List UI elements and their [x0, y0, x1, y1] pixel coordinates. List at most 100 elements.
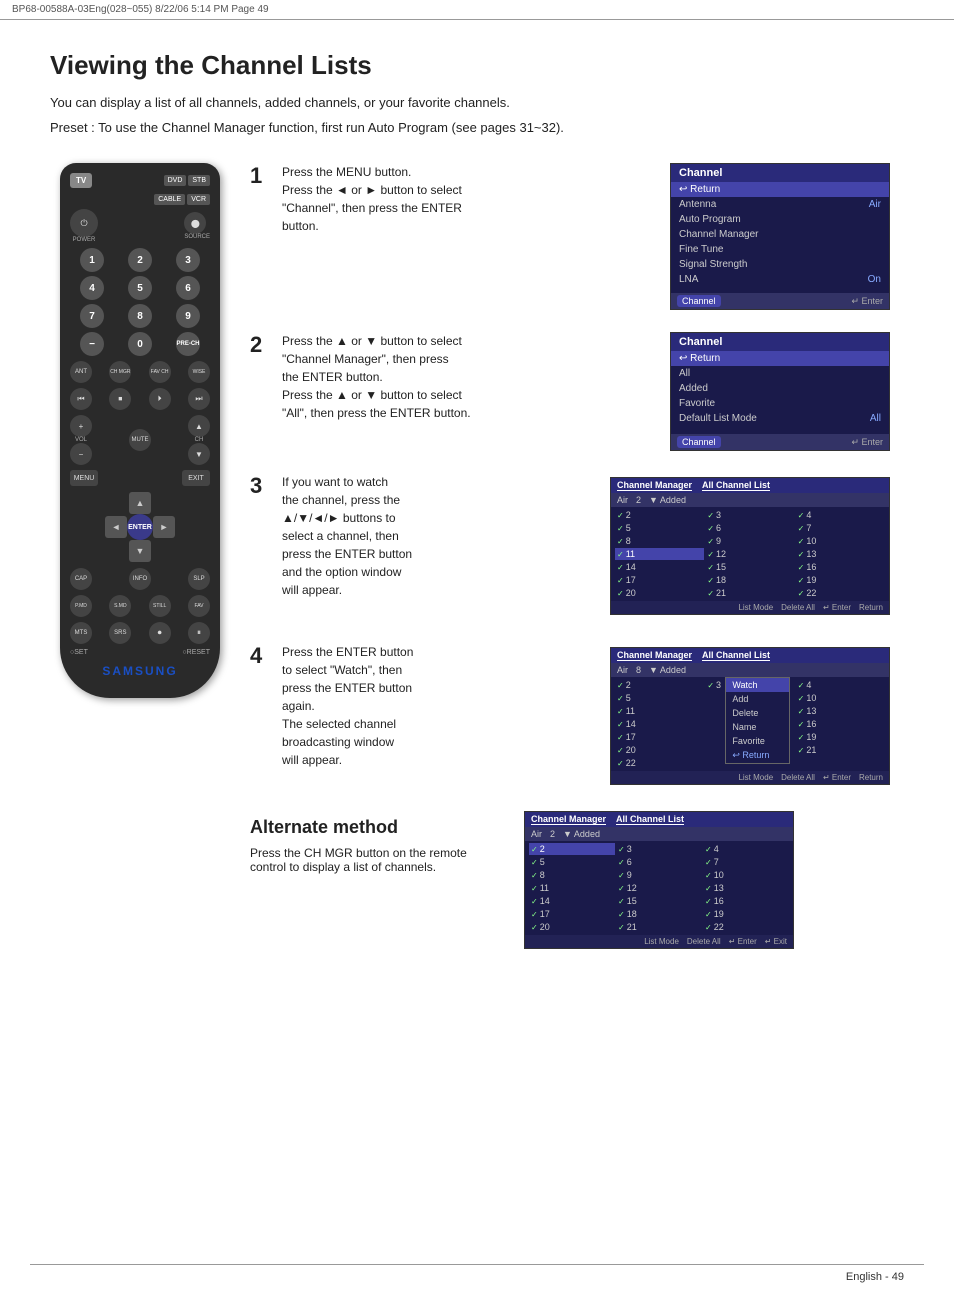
btn-1[interactable]: 1 [80, 248, 104, 272]
btn-8[interactable]: 8 [128, 304, 152, 328]
step-1: 1 Channel ↩ Return Antenna Air Auto [250, 163, 904, 310]
ch-cell: ✓13 [796, 705, 885, 717]
popup-watch[interactable]: Watch [726, 678, 789, 692]
ch-cell: ✓5 [615, 692, 704, 704]
source-button[interactable]: ⬤ [184, 212, 206, 234]
step-1-number: 1 [250, 163, 268, 187]
device-select-row: TV DVD STB [70, 173, 210, 188]
steps-column: 1 Channel ↩ Return Antenna Air Auto [250, 163, 904, 949]
step-3-number: 3 [250, 473, 268, 497]
ch-cell: ✓8 [529, 869, 615, 881]
ch-cell: ✓18 [616, 908, 702, 920]
btn-5[interactable]: 5 [128, 276, 152, 300]
sleep-button[interactable]: SLP [188, 568, 210, 590]
ch-manager-footer-1: List Mode Delete All ↵ Enter Return [611, 601, 889, 614]
ch-cell: ✓10 [796, 535, 885, 547]
ch-cell: ✓10 [796, 692, 885, 704]
cable-button[interactable]: CABLE [154, 194, 185, 205]
srs-button[interactable]: SRS [109, 622, 131, 644]
still-button[interactable]: STILL [149, 595, 171, 617]
btn-4[interactable]: 4 [80, 276, 104, 300]
step-4: 4 Channel Manager All Channel List Air 8 [250, 643, 904, 785]
ch-cell: ✓18 [705, 574, 794, 586]
ch-cell: ✓7 [703, 856, 789, 868]
popup-name[interactable]: Name [726, 720, 789, 734]
channel-icon: Channel [677, 295, 721, 307]
ch-manager-screenshot-2: Channel Manager All Channel List Air 8 ▼… [610, 647, 890, 785]
btn-prech[interactable]: PRE-CH [176, 332, 200, 356]
menu2-title: Channel [671, 333, 889, 351]
rew-button[interactable]: ⏮ [70, 388, 92, 410]
ch-cell: ✓3 [705, 509, 794, 521]
popup-favorite[interactable]: Favorite [726, 734, 789, 748]
set-label: ○SET [70, 649, 88, 656]
ch-cell: ✓6 [616, 856, 702, 868]
menu-button[interactable]: MENU [70, 470, 98, 486]
btn-6[interactable]: 6 [176, 276, 200, 300]
ch-cell-selected: ✓11 [615, 548, 704, 560]
ch-cell: ✓22 [796, 587, 885, 599]
mute-button[interactable]: MUTE [129, 429, 151, 451]
samsung-logo: SAMSUNG [70, 664, 210, 678]
ch-down-button[interactable]: ▼ [188, 443, 210, 465]
ch-mgr-button[interactable]: CH MGR [109, 361, 131, 383]
remote-control: TV DVD STB CABLE VCR ⏻ [60, 163, 220, 698]
ch-cell: ✓16 [796, 718, 885, 730]
main-content: Viewing the Channel Lists You can displa… [0, 20, 954, 979]
dvd-button[interactable]: DVD [164, 175, 187, 186]
ch-up-button[interactable]: ▲ [188, 415, 210, 437]
pause-button[interactable]: ⏸ [188, 622, 210, 644]
antenna-button[interactable]: ANT [70, 361, 92, 383]
info-button[interactable]: INFO [129, 568, 151, 590]
step-2: 2 Channel ↩ Return All Added [250, 332, 904, 451]
btn-2[interactable]: 2 [128, 248, 152, 272]
fav-button[interactable]: FAV [188, 595, 210, 617]
ch-cell: ✓21 [705, 587, 794, 599]
tv-button[interactable]: TV [70, 173, 92, 188]
stop-button[interactable]: ⏹ [109, 388, 131, 410]
menu-exit-row: MENU EXIT [70, 470, 210, 486]
ch-cell: ✓22 [615, 757, 704, 769]
mts-button[interactable]: MTS [70, 622, 92, 644]
stb-button[interactable]: STB [188, 175, 210, 186]
cable-vcr-buttons: CABLE VCR [154, 194, 210, 205]
nav-down-button[interactable]: ▼ [129, 540, 151, 562]
btn-9[interactable]: 9 [176, 304, 200, 328]
enter-button[interactable]: ENTER [127, 514, 153, 540]
s-mode-button[interactable]: S.MD [109, 595, 131, 617]
btn-0[interactable]: 0 [128, 332, 152, 356]
vol-down-button[interactable]: − [70, 443, 92, 465]
fav-ch-button[interactable]: FAV CH [149, 361, 171, 383]
ch-manager-screenshot-2-wrapper: Channel Manager All Channel List Air 8 ▼… [610, 643, 890, 785]
option-popup: Watch Add Delete Name Favorite ↩ Return [725, 677, 790, 764]
reset-label: ○RESET [182, 649, 210, 656]
vol-up-button[interactable]: + [70, 415, 92, 437]
exit-button[interactable]: EXIT [182, 470, 210, 486]
nav-right-button[interactable]: ► [153, 516, 175, 538]
popup-return[interactable]: ↩ Return [726, 748, 789, 763]
nav-left-button[interactable]: ◄ [105, 516, 127, 538]
caption-button[interactable]: CAP [70, 568, 92, 590]
alt-ch-table: ✓2 ✓3 ✓4 ✓5 ✓6 ✓7 ✓8 ✓9 ✓10 ✓11 ✓12 ✓13 [525, 841, 793, 935]
ff-button[interactable]: ⏭ [188, 388, 210, 410]
popup-delete[interactable]: Delete [726, 706, 789, 720]
popup-add[interactable]: Add [726, 692, 789, 706]
ch-cell: ✓17 [615, 574, 704, 586]
nav-up-button[interactable]: ▲ [129, 492, 151, 514]
play-button[interactable]: ⏵ [149, 388, 171, 410]
power-button[interactable]: ⏻ [70, 209, 98, 237]
p-mode-button[interactable]: P.MD [70, 595, 92, 617]
ch-cell: ✓14 [529, 895, 615, 907]
power-label: POWER [70, 237, 98, 243]
btn-3[interactable]: 3 [176, 248, 200, 272]
rec-button[interactable]: ⏺ [149, 622, 171, 644]
ch-cell: ✓14 [615, 718, 704, 730]
ch-cell: ✓6 [705, 522, 794, 534]
btn-7[interactable]: 7 [80, 304, 104, 328]
vcr-button[interactable]: VCR [187, 194, 210, 205]
btn-minus[interactable]: − [80, 332, 104, 356]
ch-cell: ✓7 [796, 522, 885, 534]
menu1-ch-manager: Channel Manager [671, 227, 889, 242]
wiselink-button[interactable]: WISE [188, 361, 210, 383]
vol-ch-row: + VOL − MUTE ▲ CH ▼ [70, 415, 210, 465]
